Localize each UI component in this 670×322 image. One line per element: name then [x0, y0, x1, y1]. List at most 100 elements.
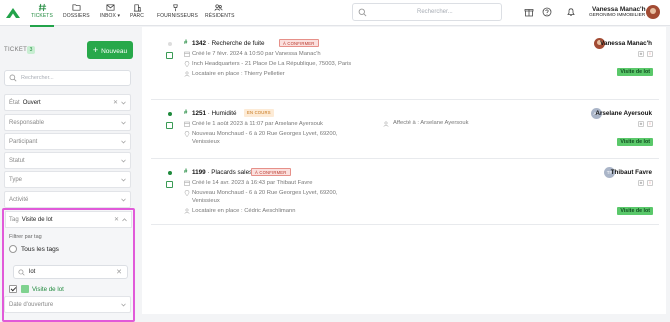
- ticket-tag: Visite de lot: [617, 68, 653, 76]
- action-icon[interactable]: ⊕: [638, 180, 644, 186]
- ticket-search-input[interactable]: Rechercher...: [4, 70, 131, 86]
- tag-filter-caption: Filtrer par tag: [9, 234, 42, 240]
- clear-search-icon[interactable]: ✕: [116, 268, 122, 276]
- pin-icon: [173, 4, 178, 12]
- chevron-down-icon: [121, 140, 126, 144]
- status-badge: À CONFIRMER: [251, 168, 291, 176]
- calendar-icon: [184, 180, 190, 186]
- tag-search-input[interactable]: lot ✕: [13, 265, 128, 279]
- ticket-id: 1342: [192, 40, 207, 47]
- nav-tickets[interactable]: TICKETS: [30, 3, 54, 27]
- chevron-up-icon: [122, 218, 127, 222]
- filter-type[interactable]: Type: [4, 171, 131, 188]
- ticket-occupant: Locataire en place : Thierry Pelletier: [192, 71, 285, 77]
- filter-statut[interactable]: Statut: [4, 152, 131, 169]
- clear-icon[interactable]: ✕: [114, 216, 119, 223]
- filter-responsable[interactable]: Responsable: [4, 114, 131, 131]
- hash-icon: [38, 3, 46, 12]
- new-ticket-button[interactable]: + Nouveau: [87, 41, 133, 59]
- assignee-name: Arselane Ayersouk: [595, 110, 652, 117]
- ticket-tag: Visite de lot: [617, 207, 653, 215]
- chevron-down-icon: [121, 178, 126, 182]
- search-icon: [18, 269, 25, 276]
- nav-inbox[interactable]: INBOX ▾: [98, 3, 122, 25]
- assignee-name: Vanessa Manac'h: [600, 40, 652, 47]
- ticket-select-checkbox[interactable]: [166, 122, 173, 129]
- inbox-icon: [106, 4, 114, 11]
- action-icon[interactable]: ⊕: [638, 51, 644, 57]
- urgent-icon[interactable]: !: [647, 180, 653, 186]
- search-icon: [358, 8, 367, 17]
- current-user-organization: GERONIMO IMMOBILIER: [589, 13, 646, 18]
- ticket-list: # 1342 · Recherche de fuite À CONFIRMER …: [142, 27, 666, 314]
- location-pin-icon: [184, 61, 190, 67]
- ticket-created: Créé le 7 févr. 2024 à 10:50 par Vanessa…: [192, 51, 321, 57]
- ticket-row[interactable]: # 1251 · Humidité EN COURS Créé le 1 aoû…: [151, 108, 659, 159]
- global-search-input[interactable]: Rechercher...: [352, 3, 502, 21]
- ticket-occupant: Locataire en place : Cédric Aeschlimann: [192, 208, 296, 214]
- chevron-down-icon: [121, 101, 126, 105]
- current-user-name[interactable]: Vanessa Manac'h: [592, 6, 646, 13]
- chevron-down-icon: ▾: [115, 13, 121, 19]
- search-icon: [9, 74, 17, 82]
- hash-icon: #: [184, 110, 188, 116]
- tag-option-label[interactable]: Visite de lot: [32, 286, 64, 293]
- chevron-down-icon: [121, 121, 126, 125]
- filter-participant[interactable]: Participant: [4, 133, 131, 150]
- all-tags-radio[interactable]: [9, 245, 17, 253]
- gift-icon[interactable]: [524, 7, 534, 17]
- ticket-select-checkbox[interactable]: [166, 52, 173, 59]
- filters-sidebar: TICKETS 3 + Nouveau Rechercher... État Ouv…: [0, 27, 142, 322]
- ticket-select-checkbox[interactable]: [166, 181, 173, 188]
- ticket-tag: Visite de lot: [617, 138, 653, 146]
- plus-icon: +: [92, 45, 99, 55]
- nav-residents[interactable]: RÉSIDENTS: [205, 3, 234, 25]
- ticket-title[interactable]: Humidité: [212, 110, 237, 117]
- calendar-icon: [184, 51, 190, 57]
- filter-activite[interactable]: Activité: [4, 191, 131, 208]
- urgent-icon[interactable]: !: [647, 121, 653, 127]
- folder-icon: [72, 4, 80, 11]
- ticket-created: Créé le 14 avr. 2023 à 16:43 par Thibaut…: [192, 180, 313, 186]
- top-navigation-bar: TICKETS DOSSIERS INBOX ▾ PARC FOURNISSEU…: [0, 0, 670, 27]
- filter-tag[interactable]: Tag Visite de lot ✕: [5, 211, 132, 228]
- ticket-id: 1199: [192, 169, 206, 176]
- clear-icon[interactable]: ✕: [113, 99, 118, 106]
- tag-search-query: lot: [29, 269, 36, 275]
- person-icon: [184, 71, 190, 77]
- nav-dossiers[interactable]: DOSSIERS: [63, 3, 90, 25]
- tickets-count-badge: 3: [27, 46, 35, 54]
- help-icon[interactable]: [542, 7, 552, 17]
- hash-icon: #: [184, 40, 188, 46]
- avatar[interactable]: [646, 5, 660, 19]
- filter-etat-value: Ouvert: [22, 100, 41, 106]
- action-icon[interactable]: ⊕: [638, 121, 644, 127]
- building-icon: [133, 4, 141, 12]
- ticket-title[interactable]: Placards sales: [211, 169, 252, 176]
- unread-indicator: [168, 171, 172, 175]
- all-tags-label[interactable]: Tous les tags: [21, 246, 59, 253]
- assignee-name: Thibaut Favre: [610, 169, 652, 176]
- filter-date-ouverture[interactable]: Date d'ouverture: [4, 296, 131, 313]
- read-indicator: [168, 42, 172, 46]
- location-pin-icon: [184, 131, 190, 137]
- ticket-title[interactable]: Recherche de fuite: [212, 40, 265, 47]
- ticket-id: 1251: [192, 110, 207, 117]
- calendar-icon: [184, 121, 190, 127]
- chevron-down-icon: [121, 303, 126, 307]
- urgent-icon[interactable]: !: [647, 51, 653, 57]
- filter-etat[interactable]: État Ouvert ✕: [4, 94, 131, 111]
- ticket-created: Créé le 1 août 2023 à 11:07 par Arselane…: [192, 121, 323, 127]
- filter-tag-value: Visite de lot: [21, 217, 53, 223]
- nav-fournisseurs[interactable]: FOURNISSEURS: [157, 3, 198, 25]
- ticket-row[interactable]: # 1342 · Recherche de fuite À CONFIRMER …: [151, 38, 659, 100]
- chevron-down-icon: [121, 198, 126, 202]
- app-logo-icon[interactable]: [4, 4, 22, 22]
- tag-option-checkbox[interactable]: [9, 285, 17, 293]
- hash-icon: #: [184, 169, 188, 175]
- bell-icon[interactable]: [566, 7, 576, 17]
- ticket-address: Nouveau Monchaud - 6 à 20 Rue Georges Ly…: [192, 131, 338, 145]
- nav-parc[interactable]: PARC: [129, 3, 145, 25]
- ticket-row[interactable]: # 1199 · Placards sales À CONFIRMER Créé…: [151, 167, 659, 225]
- status-badge: EN COURS: [244, 109, 274, 117]
